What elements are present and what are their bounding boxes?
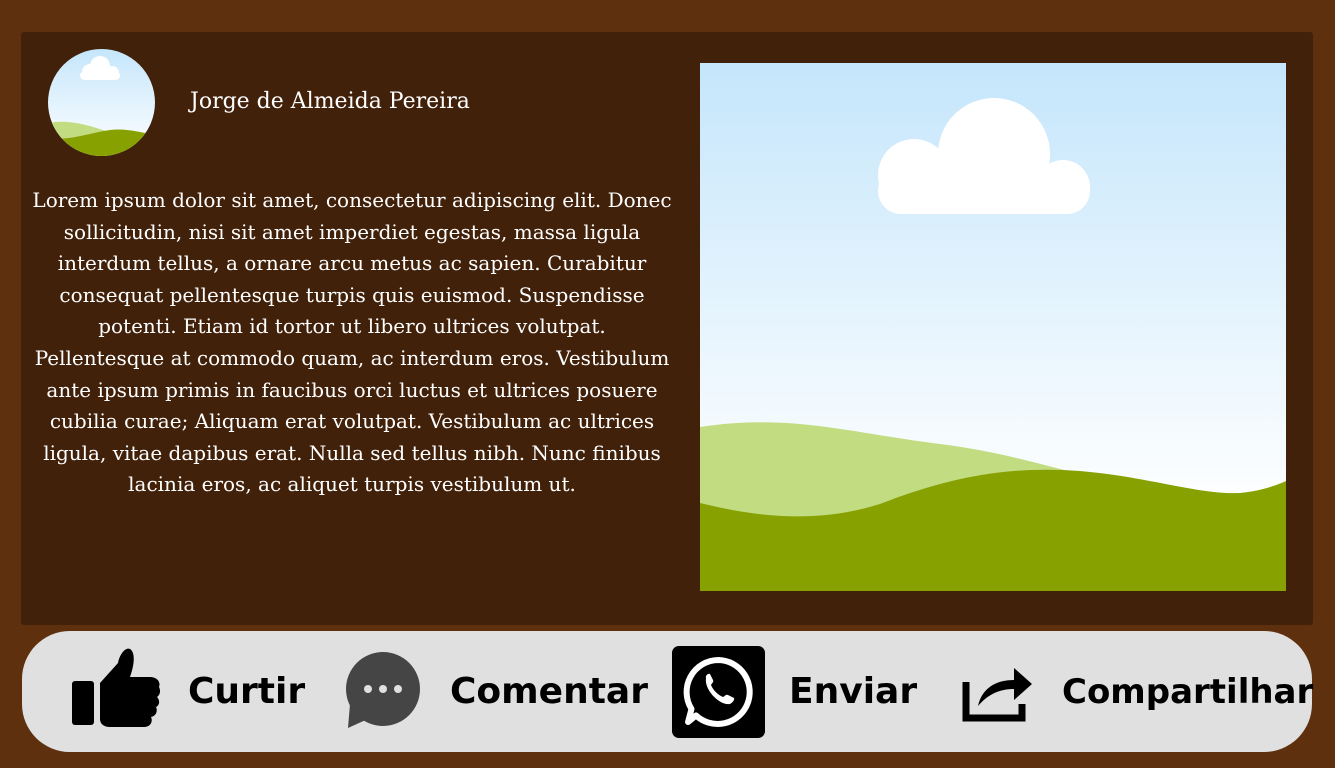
author-name[interactable]: Jorge de Almeida Pereira	[190, 87, 470, 117]
landscape-image	[700, 63, 1286, 591]
action-bar: Curtir Comentar Enviar Compartilhar	[22, 631, 1313, 752]
comment-button[interactable]: Comentar	[344, 631, 648, 752]
send-label: Enviar	[789, 671, 918, 712]
comment-label: Comentar	[450, 671, 648, 712]
whatsapp-icon	[672, 645, 765, 738]
share-button[interactable]: Compartilhar	[962, 631, 1313, 752]
speech-bubble-icon	[344, 651, 422, 732]
share-label: Compartilhar	[1062, 671, 1314, 712]
like-label: Curtir	[188, 671, 306, 712]
post-image[interactable]	[700, 63, 1286, 591]
author-avatar[interactable]	[48, 49, 155, 156]
send-button[interactable]: Enviar	[672, 631, 917, 752]
avatar-landscape-image	[48, 49, 155, 156]
post-body-text: Lorem ipsum dolor sit amet, consectetur …	[32, 188, 672, 497]
thumbs-up-icon	[72, 647, 162, 737]
post-card: Jorge de Almeida Pereira Lorem ipsum dol…	[21, 32, 1313, 625]
like-button[interactable]: Curtir	[72, 631, 305, 752]
share-arrow-icon	[962, 662, 1034, 722]
